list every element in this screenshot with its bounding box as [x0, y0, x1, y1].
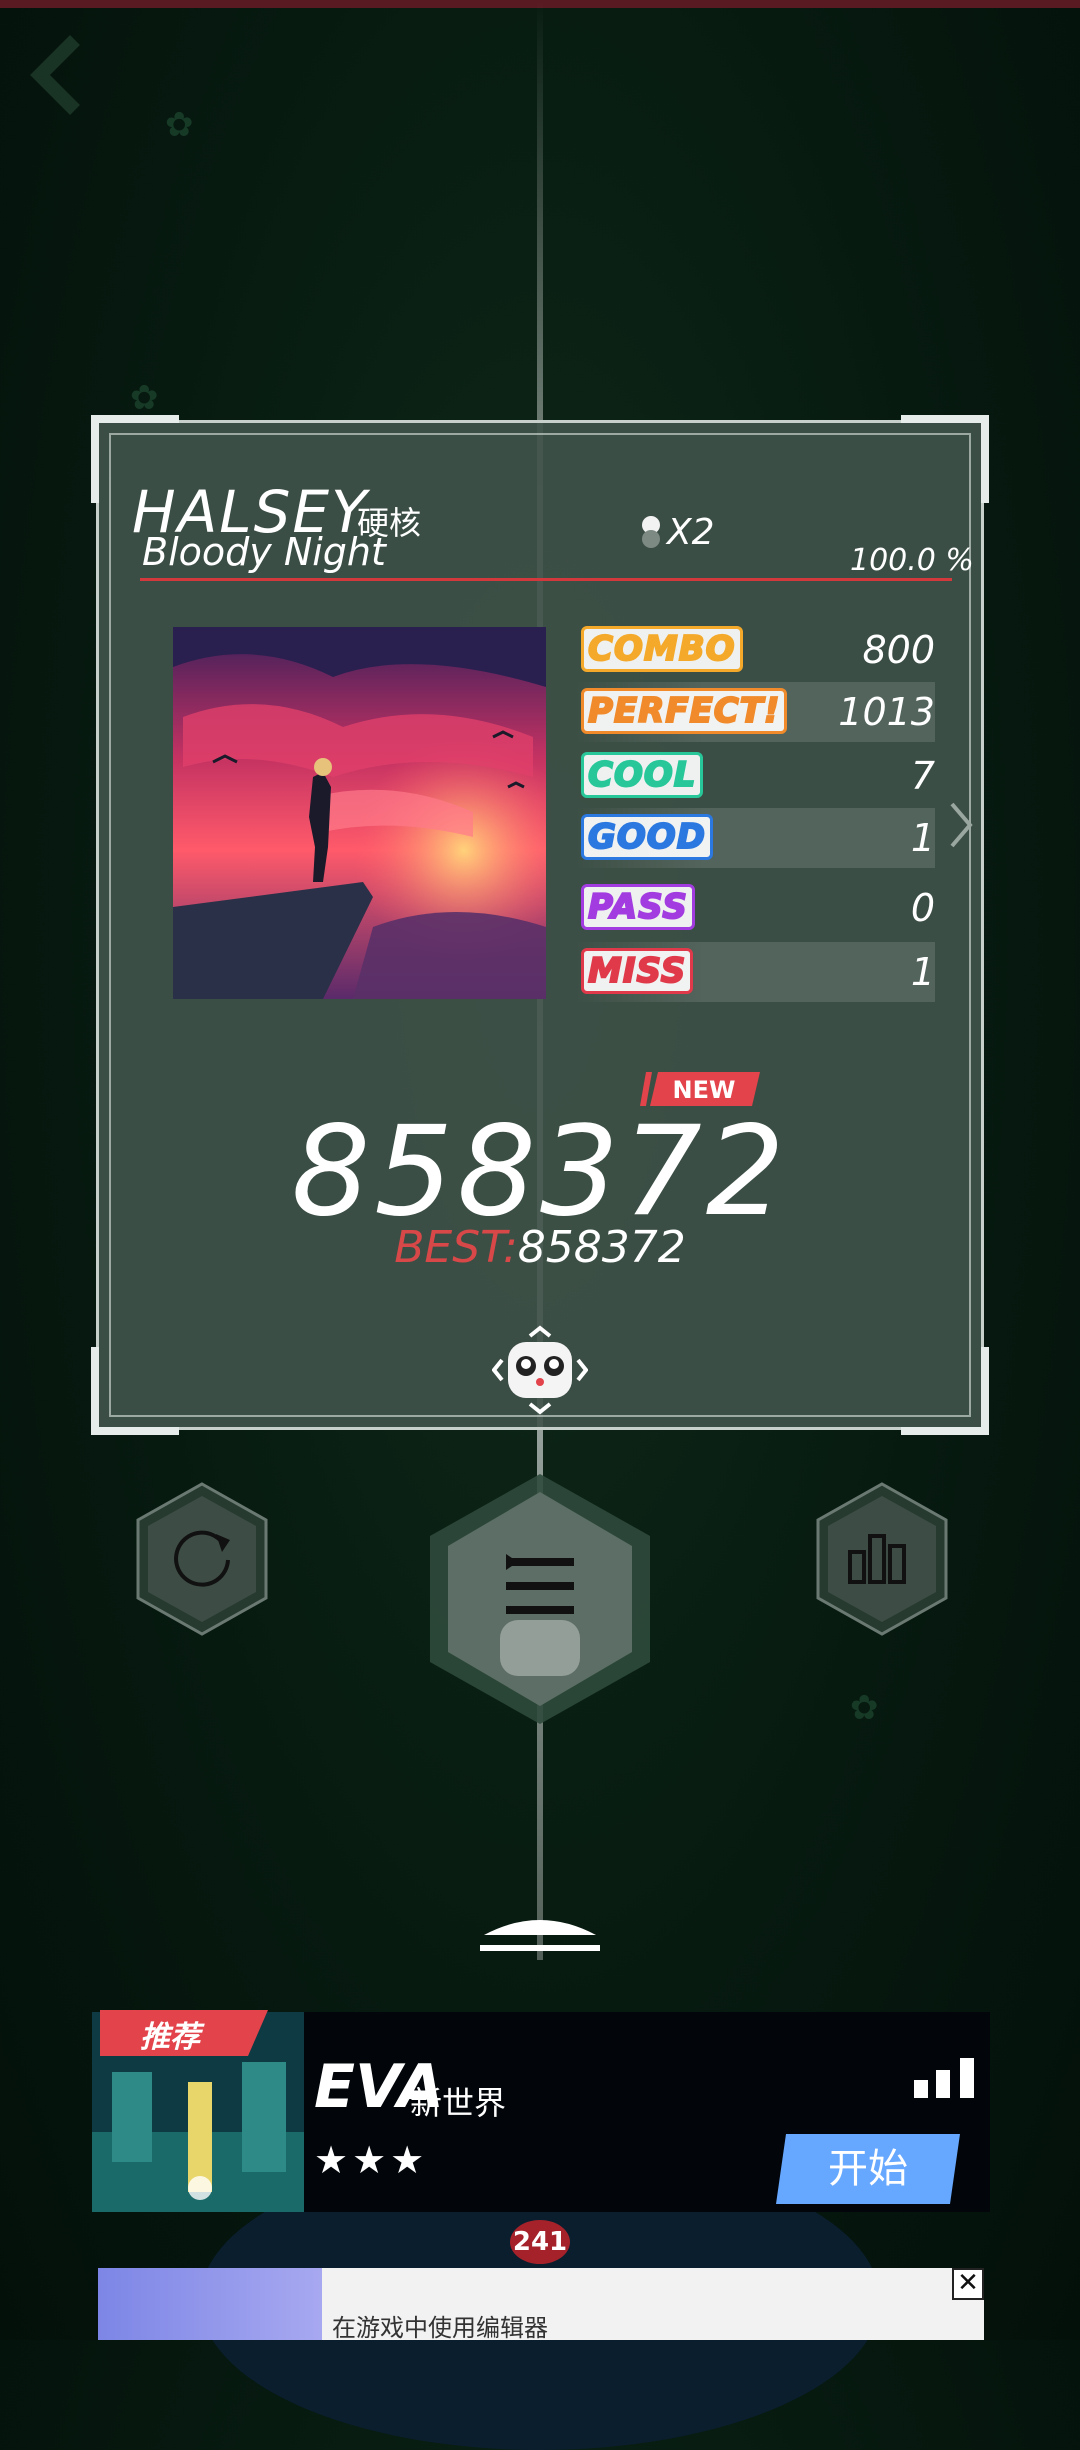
signal-bars-icon: [914, 2058, 974, 2098]
stat-value: 1013: [838, 690, 935, 734]
stat-label: PASS: [581, 884, 695, 930]
ad-banner[interactable]: 在游戏中使用编辑器: [98, 2268, 984, 2340]
background-flower-icon: ✿: [130, 378, 159, 418]
stat-row-perfect: PERFECT! 1013: [575, 682, 935, 742]
stat-label: MISS: [581, 948, 694, 994]
speed-orb-icon: [642, 516, 660, 548]
song-list-button[interactable]: [426, 1470, 654, 1728]
ad-text: 在游戏中使用编辑器: [332, 2314, 548, 2340]
accuracy-percent: 100.0 %: [850, 543, 974, 578]
stat-value: 0: [910, 886, 935, 930]
title-divider: [140, 578, 952, 581]
disc-number: 241: [510, 2220, 570, 2264]
ad-image: [98, 2268, 322, 2340]
stat-label: COMBO: [581, 626, 743, 672]
speed-multiplier: X2: [667, 512, 715, 553]
close-icon[interactable]: ✕: [952, 2268, 984, 2300]
album-cover: [173, 627, 546, 999]
ranking-button[interactable]: [812, 1480, 952, 1638]
start-button[interactable]: 开始: [776, 2134, 960, 2204]
stat-label: PERFECT!: [581, 688, 788, 734]
background-flower-icon: ✿: [850, 1688, 879, 1728]
stat-row-good: GOOD 1: [575, 808, 935, 868]
song-title: Bloody Night: [142, 530, 386, 574]
recommend-subtitle: 新世界: [410, 2084, 507, 2122]
best-label: BEST:: [394, 1222, 518, 1273]
stat-value: 1: [910, 950, 935, 994]
recommend-tag: 推荐: [140, 2020, 200, 2055]
stat-label: GOOD: [581, 814, 713, 860]
stat-value: 7: [910, 754, 935, 798]
stat-row-cool: COOL 7: [575, 746, 935, 806]
back-icon[interactable]: [20, 30, 100, 120]
mascot-icon[interactable]: [492, 1320, 588, 1420]
chevron-right-icon[interactable]: [948, 800, 974, 850]
best-value: 858372: [517, 1222, 686, 1273]
stat-value: 1: [910, 816, 935, 860]
stat-row-combo: COMBO 800: [575, 620, 935, 680]
background-flower-icon: ✿: [165, 105, 194, 145]
pull-up-handle[interactable]: [480, 1905, 600, 1955]
stat-row-miss: MISS 1: [575, 942, 935, 1002]
best-score: BEST:858372: [0, 1222, 1080, 1273]
stat-value: 800: [862, 628, 935, 672]
retry-button[interactable]: [132, 1480, 272, 1638]
stat-label: COOL: [581, 752, 704, 798]
difficulty-stars: ★★★: [314, 2138, 429, 2182]
stat-row-pass: PASS 0: [575, 878, 935, 938]
